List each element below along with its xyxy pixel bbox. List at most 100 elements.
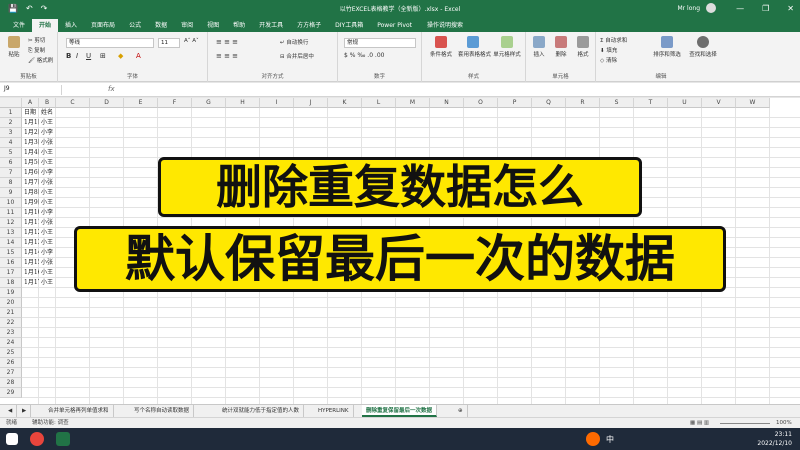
- number-format-select[interactable]: 常规: [344, 38, 416, 48]
- close-icon[interactable]: ✕: [787, 4, 794, 13]
- ribbon-tab-7[interactable]: 视图: [200, 19, 226, 32]
- table-cell[interactable]: 小王: [39, 228, 56, 238]
- format-as-table-button[interactable]: 套用表格格式: [458, 36, 491, 58]
- row-header[interactable]: 19: [0, 288, 22, 298]
- table-cell[interactable]: 小王: [39, 238, 56, 248]
- row-header[interactable]: 6: [0, 158, 22, 168]
- column-header[interactable]: V: [702, 98, 736, 108]
- percent-icon[interactable]: $ % ‰ .0 .00: [344, 52, 384, 59]
- paste-button[interactable]: 粘贴: [4, 36, 24, 58]
- row-header[interactable]: 15: [0, 248, 22, 258]
- ribbon-tab-2[interactable]: 插入: [58, 19, 84, 32]
- cut-button[interactable]: ✂ 剪切: [28, 36, 45, 44]
- copy-button[interactable]: ⎘ 复制: [28, 46, 45, 55]
- table-cell[interactable]: 1月15日: [22, 258, 39, 268]
- table-cell[interactable]: 1月8日: [22, 188, 39, 198]
- column-header[interactable]: G: [192, 98, 226, 108]
- zoom-slider[interactable]: [720, 423, 770, 424]
- column-header[interactable]: R: [566, 98, 600, 108]
- column-header[interactable]: T: [634, 98, 668, 108]
- table-cell[interactable]: 小王: [39, 278, 56, 288]
- column-header[interactable]: D: [90, 98, 124, 108]
- sheet-tab[interactable]: HYPERLINK: [314, 405, 354, 417]
- row-header[interactable]: 14: [0, 238, 22, 248]
- autosum-button[interactable]: Σ 自动求和: [600, 36, 627, 44]
- column-header[interactable]: P: [498, 98, 532, 108]
- save-icon[interactable]: 💾: [8, 4, 18, 13]
- align-top-icon[interactable]: ≡ ≡ ≡: [216, 38, 238, 46]
- ribbon-tab-0[interactable]: 文件: [6, 19, 32, 32]
- wrap-text-button[interactable]: ↵ 自动换行: [280, 38, 308, 46]
- column-header[interactable]: M: [396, 98, 430, 108]
- excel-taskbar-icon[interactable]: [56, 432, 70, 446]
- view-normal-icon[interactable]: ▦ ▤ ▥: [690, 418, 709, 428]
- add-sheet-icon[interactable]: ⊕: [454, 405, 468, 417]
- table-cell[interactable]: 1月16日: [22, 268, 39, 278]
- row-header[interactable]: 2: [0, 118, 22, 128]
- row-header[interactable]: 26: [0, 358, 22, 368]
- row-header[interactable]: 29: [0, 388, 22, 398]
- row-header[interactable]: 23: [0, 328, 22, 338]
- ime-mode-label[interactable]: 中: [606, 434, 614, 445]
- row-header[interactable]: 1: [0, 108, 22, 118]
- format-painter-button[interactable]: 🖌 格式刷: [28, 56, 53, 64]
- column-header[interactable]: F: [158, 98, 192, 108]
- sheet-tab[interactable]: 删除重复保留最后一次数据: [362, 405, 438, 417]
- row-header[interactable]: 5: [0, 148, 22, 158]
- row-header[interactable]: 28: [0, 378, 22, 388]
- redo-icon[interactable]: ↷: [41, 4, 48, 13]
- table-cell[interactable]: 小王: [39, 118, 56, 128]
- table-cell[interactable]: 1月4日: [22, 148, 39, 158]
- accessibility-status[interactable]: 辅助功能: 调查: [32, 418, 69, 428]
- maximize-icon[interactable]: ❐: [762, 4, 769, 13]
- table-cell[interactable]: 1月12日: [22, 228, 39, 238]
- bold-button[interactable]: B: [66, 52, 71, 60]
- table-cell[interactable]: 1月2日: [22, 128, 39, 138]
- user-name[interactable]: Mr long: [678, 5, 701, 12]
- fill-color-icon[interactable]: ◆: [118, 52, 123, 60]
- sheet-tab[interactable]: 统计双就能力低于指定值的人数: [218, 405, 305, 417]
- font-name-select[interactable]: 等线: [66, 38, 154, 48]
- column-header[interactable]: O: [464, 98, 498, 108]
- table-cell[interactable]: 1月17日: [22, 278, 39, 288]
- row-header[interactable]: 10: [0, 198, 22, 208]
- fill-button[interactable]: ⬇ 填充: [600, 46, 617, 54]
- ribbon-tab-1[interactable]: 开始: [32, 19, 59, 32]
- sort-filter-button[interactable]: 排序和筛选: [650, 36, 684, 58]
- sheet-next-icon[interactable]: ▶: [18, 405, 32, 417]
- column-header[interactable]: H: [226, 98, 260, 108]
- table-cell[interactable]: 1月3日: [22, 138, 39, 148]
- clear-button[interactable]: ◇ 清除: [600, 56, 617, 64]
- row-header[interactable]: 24: [0, 338, 22, 348]
- merge-center-button[interactable]: ⊟ 合并后居中: [280, 52, 314, 60]
- windows-start-icon[interactable]: [6, 433, 18, 445]
- table-cell[interactable]: 姓名: [39, 108, 56, 118]
- column-header[interactable]: W: [736, 98, 770, 108]
- chrome-icon[interactable]: [30, 432, 44, 446]
- format-button[interactable]: 格式: [572, 36, 594, 58]
- row-header[interactable]: 8: [0, 178, 22, 188]
- formula-input[interactable]: [122, 85, 792, 95]
- ribbon-tab-9[interactable]: 开发工具: [252, 19, 290, 32]
- column-header[interactable]: L: [362, 98, 396, 108]
- conditional-format-button[interactable]: 条件格式: [426, 36, 456, 58]
- table-cell[interactable]: 小王: [39, 198, 56, 208]
- delete-button[interactable]: 删除: [550, 36, 572, 58]
- table-cell[interactable]: 1月13日: [22, 238, 39, 248]
- ribbon-tab-10[interactable]: 方方格子: [290, 19, 328, 32]
- table-cell[interactable]: 1月6日: [22, 168, 39, 178]
- undo-icon[interactable]: ↶: [26, 4, 33, 13]
- name-box[interactable]: J9: [2, 85, 62, 95]
- table-cell[interactable]: 1月9日: [22, 198, 39, 208]
- zoom-level[interactable]: 100%: [776, 418, 792, 428]
- table-cell[interactable]: 日期: [22, 108, 39, 118]
- table-cell[interactable]: 1月5日: [22, 158, 39, 168]
- ribbon-tab-11[interactable]: DIY工具箱: [328, 19, 370, 32]
- sheet-tab[interactable]: 合并单元格再列单值求和: [44, 405, 114, 417]
- table-cell[interactable]: 1月7日: [22, 178, 39, 188]
- column-header[interactable]: J: [294, 98, 328, 108]
- row-header[interactable]: 3: [0, 128, 22, 138]
- font-color-icon[interactable]: A: [136, 52, 141, 60]
- table-cell[interactable]: 小张: [39, 138, 56, 148]
- table-cell[interactable]: 小李: [39, 208, 56, 218]
